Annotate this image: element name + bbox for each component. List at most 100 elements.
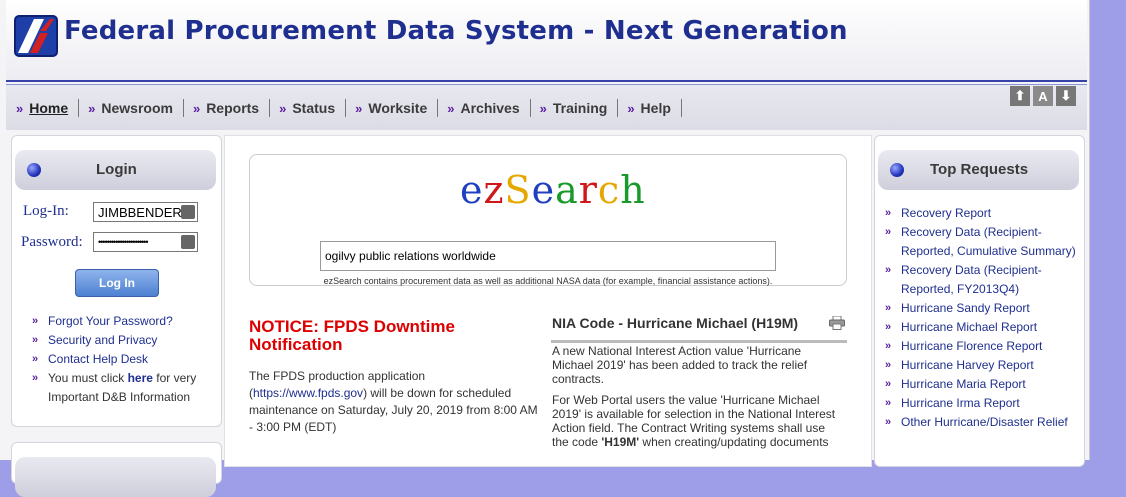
- link-marker-icon: »: [885, 397, 892, 409]
- ezsearch-logo-letter: e: [531, 168, 556, 212]
- top-request-link[interactable]: Hurricane Florence Report: [901, 337, 1042, 356]
- top-request-link[interactable]: Hurricane Sandy Report: [901, 299, 1030, 318]
- autofill-key-icon[interactable]: [181, 235, 195, 249]
- top-requests-panel: Top Requests » Recovery Report » Recovery D…: [874, 135, 1085, 467]
- list-item: » Recovery Data (Recipient-Reported, FY20…: [885, 261, 1081, 299]
- ezsearch-logo-letter: c: [597, 168, 621, 212]
- nav-separator: [617, 99, 619, 117]
- fpds-link[interactable]: https://www.fpds.gov: [253, 386, 363, 400]
- contact-help-desk-link[interactable]: Contact Help Desk: [48, 350, 148, 369]
- nav-label: Reports: [206, 100, 260, 116]
- nia-paragraph-1: A new National Interest Action value 'Hu…: [552, 344, 808, 386]
- nav-separator: [182, 99, 184, 117]
- font-size-controls: ⬆ A ⬇: [1010, 86, 1076, 106]
- login-panel: Login Log-In: JIMBBENDER@ Password: ••••…: [11, 135, 222, 427]
- nia-title: NIA Code - Hurricane Michael (H19M): [552, 315, 799, 331]
- list-item: » Security and Privacy: [32, 331, 221, 350]
- nav-marker-icon: »: [88, 100, 96, 116]
- nav-item-archives[interactable]: » Archives: [447, 100, 519, 116]
- nia-header: NIA Code - Hurricane Michael (H19M): [551, 312, 847, 343]
- link-marker-icon: »: [32, 315, 39, 327]
- fpds-logo-icon[interactable]: [14, 15, 58, 57]
- nav-separator: [529, 99, 531, 117]
- forgot-password-link[interactable]: Forgot Your Password?: [48, 312, 173, 331]
- link-marker-icon: »: [885, 302, 892, 314]
- notice-title: NOTICE: FPDS Downtime Notification: [249, 317, 455, 354]
- ezsearch-input[interactable]: ogilvy public relations worldwide: [320, 241, 776, 271]
- db-info-here-link[interactable]: here: [128, 371, 153, 385]
- login-button[interactable]: Log In: [75, 269, 159, 297]
- top-request-link[interactable]: Recovery Data (Recipient-Reported, Cumul…: [901, 223, 1081, 261]
- main-nav: » Home » Newsroom » Reports » Status » W…: [16, 99, 691, 117]
- ezsearch-note: ezSearch contains procurement data as we…: [323, 276, 773, 286]
- nav-separator: [269, 99, 271, 117]
- nav-divider: [6, 80, 1087, 82]
- ezsearch-logo-letter: z: [483, 168, 505, 212]
- nav-marker-icon: »: [447, 100, 455, 116]
- password-input-value: •••••••••••••••••••••••: [98, 237, 148, 247]
- list-item: » Forgot Your Password?: [32, 312, 221, 331]
- main-content: ezSearch ogilvy public relations worldwi…: [224, 135, 872, 467]
- top-request-link[interactable]: Recovery Report: [901, 204, 991, 223]
- notice-body: The FPDS production application (https:/…: [249, 368, 541, 436]
- login-links: » Forgot Your Password? » Security and Pri…: [32, 312, 221, 407]
- top-request-link[interactable]: Recovery Data (Recipient-Reported, FY201…: [901, 261, 1081, 299]
- nav-item-worksite[interactable]: » Worksite: [355, 100, 427, 116]
- ezsearch-query: ogilvy public relations worldwide: [325, 249, 496, 263]
- link-marker-icon: »: [885, 340, 892, 352]
- top-request-link[interactable]: Other Hurricane/Disaster Relief: [901, 413, 1068, 432]
- nav-marker-icon: »: [16, 100, 24, 116]
- list-item: » Hurricane Irma Report: [885, 394, 1081, 413]
- secondary-panel-header: [15, 457, 216, 497]
- top-request-link[interactable]: Hurricane Michael Report: [901, 318, 1037, 337]
- link-marker-icon: »: [885, 378, 892, 390]
- list-item: » Hurricane Maria Report: [885, 375, 1081, 394]
- security-privacy-link[interactable]: Security and Privacy: [48, 331, 157, 350]
- db-info-text: You must click here for very Important D…: [48, 369, 221, 407]
- nav-separator: [345, 99, 347, 117]
- top-request-link[interactable]: Hurricane Maria Report: [901, 375, 1026, 394]
- link-marker-icon: »: [885, 207, 892, 219]
- nav-label: Training: [552, 100, 608, 116]
- login-label: Log-In:: [23, 203, 69, 219]
- nav-item-training[interactable]: » Training: [540, 100, 608, 116]
- nav-item-newsroom[interactable]: » Newsroom: [88, 100, 173, 116]
- link-marker-icon: »: [885, 264, 892, 276]
- password-input[interactable]: •••••••••••••••••••••••: [93, 232, 198, 252]
- font-increase-button[interactable]: ⬆: [1010, 86, 1030, 106]
- password-label: Password:: [21, 234, 83, 250]
- link-marker-icon: »: [32, 372, 39, 384]
- link-marker-icon: »: [885, 416, 892, 428]
- autofill-key-icon[interactable]: [181, 205, 195, 219]
- nia-paragraph-2: For Web Portal users the value 'Hurrican…: [552, 393, 844, 449]
- font-decrease-button[interactable]: ⬇: [1056, 86, 1076, 106]
- nav-bar: » Home » Newsroom » Reports » Status » W…: [6, 85, 1087, 130]
- nia-p2-post: when creating/updating documents: [639, 435, 829, 449]
- list-item: » Recovery Data (Recipient-Reported, Cumu…: [885, 223, 1081, 261]
- ezsearch-logo-letter: S: [504, 168, 532, 212]
- nav-label: Newsroom: [101, 100, 173, 116]
- login-title: Login: [96, 161, 137, 178]
- login-input[interactable]: JIMBBENDER@: [93, 202, 198, 222]
- top-request-link[interactable]: Hurricane Irma Report: [901, 394, 1020, 413]
- nav-item-help[interactable]: » Help: [627, 100, 671, 116]
- list-item: » Hurricane Florence Report: [885, 337, 1081, 356]
- ezsearch-box: ezSearch ogilvy public relations worldwi…: [249, 154, 847, 286]
- top-request-link[interactable]: Hurricane Harvey Report: [901, 356, 1034, 375]
- font-reset-button[interactable]: A: [1033, 86, 1053, 106]
- list-item: » Other Hurricane/Disaster Relief: [885, 413, 1081, 432]
- nav-item-home[interactable]: » Home: [16, 100, 68, 116]
- list-item: » Hurricane Michael Report: [885, 318, 1081, 337]
- db-info-pre: You must click: [48, 371, 128, 385]
- link-marker-icon: »: [885, 226, 892, 238]
- nav-marker-icon: »: [355, 100, 363, 116]
- nav-item-status[interactable]: » Status: [279, 100, 335, 116]
- nia-code: 'H19M': [601, 435, 640, 449]
- print-icon[interactable]: [829, 316, 845, 330]
- link-marker-icon: »: [32, 334, 39, 346]
- nav-label: Help: [640, 100, 671, 116]
- nav-item-reports[interactable]: » Reports: [193, 100, 259, 116]
- nav-marker-icon: »: [627, 100, 635, 116]
- list-item: » Recovery Report: [885, 204, 1081, 223]
- list-item: » Hurricane Harvey Report: [885, 356, 1081, 375]
